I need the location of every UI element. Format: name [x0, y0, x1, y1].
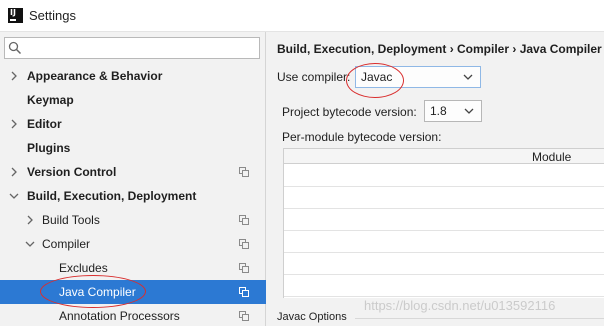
chevron-right-icon[interactable]: [9, 167, 19, 177]
table-row[interactable]: [284, 253, 604, 275]
chevron-down-icon[interactable]: [25, 239, 35, 249]
window-title: Settings: [29, 8, 76, 23]
table-row[interactable]: [284, 209, 604, 231]
intellij-app-icon: IJ: [8, 8, 23, 23]
tree-item-label: Plugins: [27, 141, 71, 155]
java-compiler-settings-panel: Build, Execution, Deployment › Compiler …: [267, 32, 604, 326]
search-input[interactable]: [4, 37, 260, 59]
tree-item-keymap[interactable]: Keymap: [0, 88, 266, 112]
project-bytecode-dropdown[interactable]: 1.8: [424, 100, 482, 122]
tree-item-label: Compiler: [42, 237, 91, 251]
project-settings-icon: [239, 263, 249, 273]
tree-item-build-execution-deployment[interactable]: Build, Execution, Deployment: [0, 184, 266, 208]
chevron-right-icon[interactable]: [25, 215, 35, 225]
tree-item-plugins[interactable]: Plugins: [0, 136, 266, 160]
title-bar: IJ Settings: [0, 0, 604, 32]
project-settings-icon: [239, 311, 249, 321]
table-row[interactable]: [284, 275, 604, 297]
tree-item-build-tools[interactable]: Build Tools: [0, 208, 266, 232]
project-settings-icon: [239, 287, 249, 297]
table-row[interactable]: [284, 187, 604, 209]
tree-item-label: Excludes: [59, 261, 108, 275]
table-row[interactable]: [284, 231, 604, 253]
tree-item-compiler[interactable]: Compiler: [0, 232, 266, 256]
tree-item-label: Build Tools: [42, 213, 100, 227]
tree-item-label: Editor: [27, 117, 62, 131]
chevron-down-icon: [463, 74, 473, 80]
project-bytecode-label: Project bytecode version:: [282, 105, 417, 119]
tree-item-appearance-behavior[interactable]: Appearance & Behavior: [0, 64, 266, 88]
tree-item-label: Build, Execution, Deployment: [27, 189, 197, 203]
module-column-header[interactable]: Module: [532, 150, 571, 164]
chevron-right-icon[interactable]: [9, 71, 19, 81]
tree-item-excludes[interactable]: Excludes: [0, 256, 266, 280]
project-settings-icon: [239, 239, 249, 249]
annotation-ellipse-compiler: [346, 63, 404, 98]
use-compiler-label: Use compiler:: [277, 70, 351, 84]
table-row[interactable]: [284, 165, 604, 187]
section-divider: [355, 318, 604, 319]
tree-item-label: Annotation Processors: [59, 309, 180, 323]
javac-options-section-label: Javac Options: [277, 311, 347, 323]
breadcrumb: Build, Execution, Deployment › Compiler …: [277, 42, 602, 56]
chevron-down-icon: [464, 108, 474, 114]
per-module-label: Per-module bytecode version:: [282, 130, 442, 144]
project-settings-icon: [239, 215, 249, 225]
tree-item-label: Version Control: [27, 165, 117, 179]
per-module-table[interactable]: Module: [283, 148, 604, 298]
tree-item-label: Appearance & Behavior: [27, 69, 163, 83]
search-icon: [8, 41, 22, 55]
chevron-down-icon[interactable]: [9, 191, 19, 201]
tree-item-editor[interactable]: Editor: [0, 112, 266, 136]
tree-item-label: Keymap: [27, 93, 74, 107]
watermark: https://blog.csdn.net/u013592116: [364, 298, 556, 313]
tree-item-version-control[interactable]: Version Control: [0, 160, 266, 184]
table-header[interactable]: Module: [284, 148, 604, 164]
project-settings-icon: [239, 167, 249, 177]
chevron-right-icon[interactable]: [9, 119, 19, 129]
tree-item-annotation-processors[interactable]: Annotation Processors: [0, 304, 266, 326]
project-bytecode-value: 1.8: [430, 104, 447, 118]
annotation-ellipse-java-compiler: [40, 275, 146, 308]
